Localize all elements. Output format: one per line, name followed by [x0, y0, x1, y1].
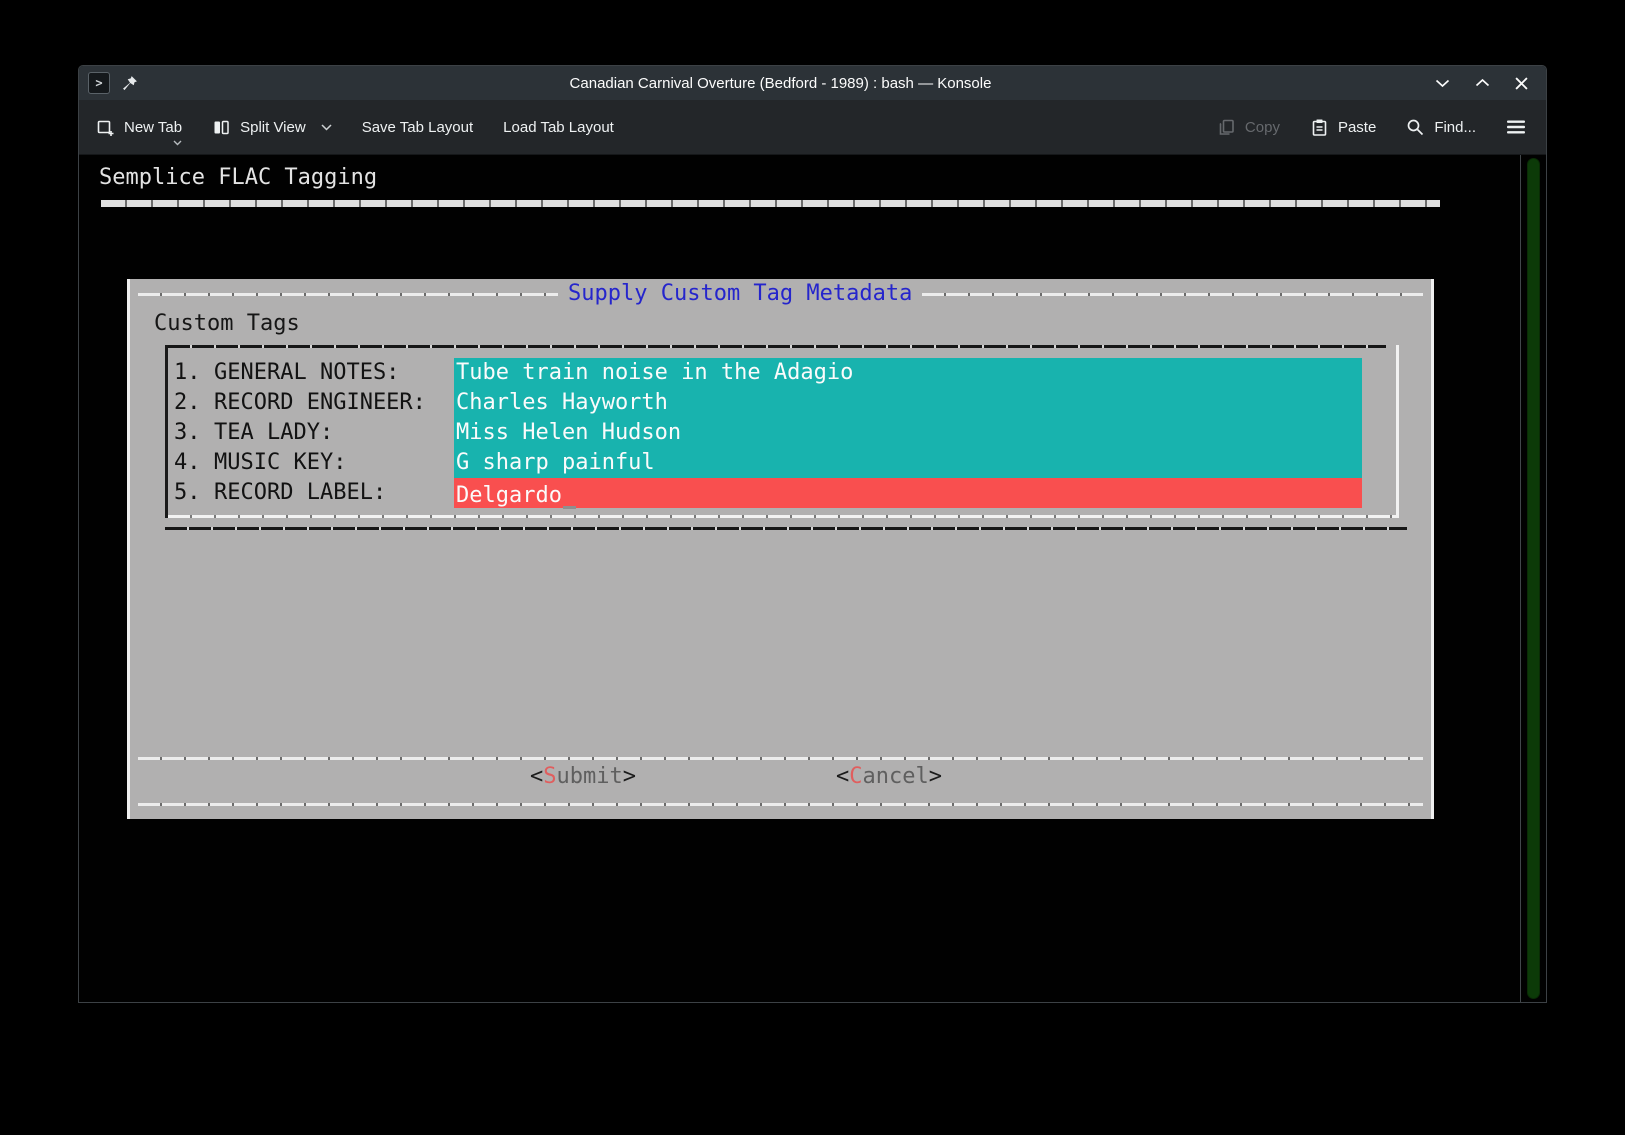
form-row: 2. RECORD ENGINEER: Charles Hayworth: [174, 388, 1396, 418]
pin-icon[interactable]: [121, 75, 138, 92]
titlebar-left: >: [88, 72, 138, 94]
konsole-window: > Canadian Carnival Overture (Bedford - …: [78, 65, 1547, 1003]
new-tab-button[interactable]: New Tab: [96, 118, 182, 137]
field-index: 3.: [174, 418, 214, 448]
paste-button[interactable]: Paste: [1310, 118, 1376, 137]
dialog-border-dash: [138, 293, 558, 296]
close-button[interactable]: [1515, 77, 1528, 90]
field-label: TEA LADY:: [214, 418, 454, 448]
paste-label: Paste: [1338, 119, 1376, 136]
copy-label: Copy: [1245, 119, 1280, 136]
dialog-form-label: Custom Tags: [154, 309, 1431, 339]
maximize-button[interactable]: [1475, 78, 1490, 88]
copy-icon: [1217, 118, 1236, 137]
new-tab-dropdown-icon: [173, 140, 182, 146]
minimize-button[interactable]: [1435, 78, 1450, 88]
scrollbar-thumb[interactable]: [1527, 158, 1540, 999]
split-view-dropdown-icon: [321, 124, 332, 131]
new-tab-icon: [96, 118, 115, 137]
copy-button[interactable]: Copy: [1217, 118, 1280, 137]
terminal-content: Semplice FLAC Tagging Supply Custom Tag …: [79, 155, 1520, 1002]
field-label: GENERAL NOTES:: [214, 358, 454, 388]
search-icon: [1406, 118, 1425, 137]
cancel-button[interactable]: <Cancel>: [836, 762, 942, 792]
form-row: 3. TEA LADY: Miss Helen Hudson: [174, 418, 1396, 448]
field-label: RECORD LABEL:: [214, 478, 454, 508]
scrollbar-track[interactable]: [1520, 155, 1546, 1002]
window-title: Canadian Carnival Overture (Bedford - 19…: [138, 75, 1423, 92]
hamburger-menu-button[interactable]: [1506, 119, 1526, 135]
field-label: RECORD ENGINEER:: [214, 388, 454, 418]
form-row: 4. MUSIC KEY: G sharp painful: [174, 448, 1396, 478]
window-controls: [1435, 77, 1528, 90]
split-view-icon: [212, 118, 231, 137]
field-index: 2.: [174, 388, 214, 418]
dialog-title-row: Supply Custom Tag Metadata: [130, 279, 1431, 309]
tui-dialog: Supply Custom Tag Metadata Custom Tags 1…: [127, 279, 1434, 819]
field-input-general-notes[interactable]: Tube train noise in the Adagio: [454, 358, 1362, 388]
split-view-label: Split View: [240, 119, 306, 136]
dialog-buttons: <Submit> <Cancel>: [130, 760, 1431, 794]
form-box: 1. GENERAL NOTES: Tube train noise in th…: [165, 345, 1399, 518]
find-label: Find...: [1434, 119, 1476, 136]
dialog-bottom-pad: [130, 806, 1431, 819]
form-row: 1. GENERAL NOTES: Tube train noise in th…: [174, 358, 1396, 388]
terminal-heading: Semplice FLAC Tagging: [99, 163, 1520, 193]
titlebar[interactable]: > Canadian Carnival Overture (Bedford - …: [79, 66, 1546, 100]
field-input-music-key[interactable]: G sharp painful: [454, 448, 1362, 478]
paste-icon: [1310, 118, 1329, 137]
load-tab-layout-label: Load Tab Layout: [503, 119, 614, 136]
submit-button[interactable]: <Submit>: [530, 762, 636, 792]
save-tab-layout-button[interactable]: Save Tab Layout: [362, 119, 473, 136]
konsole-app-icon[interactable]: >: [88, 72, 110, 94]
find-button[interactable]: Find...: [1406, 118, 1476, 137]
form-row-active: 5. RECORD LABEL: Delgardo: [174, 478, 1396, 508]
load-tab-layout-button[interactable]: Load Tab Layout: [503, 119, 614, 136]
dialog-title: Supply Custom Tag Metadata: [558, 279, 922, 309]
terminal-area[interactable]: Semplice FLAC Tagging Supply Custom Tag …: [79, 155, 1546, 1002]
toolbar: New Tab Split View Save Tab Layout Load …: [79, 100, 1546, 155]
field-label: MUSIC KEY:: [214, 448, 454, 478]
text-cursor: [563, 485, 576, 509]
dialog-border-dash: [922, 293, 1423, 296]
hamburger-menu-icon: [1506, 119, 1526, 135]
field-index: 5.: [174, 478, 214, 508]
heading-rule: [101, 200, 1440, 207]
field-input-record-engineer[interactable]: Charles Hayworth: [454, 388, 1362, 418]
new-tab-label: New Tab: [124, 119, 182, 136]
field-index: 1.: [174, 358, 214, 388]
field-index: 4.: [174, 448, 214, 478]
field-input-tea-lady[interactable]: Miss Helen Hudson: [454, 418, 1362, 448]
split-view-button[interactable]: Split View: [212, 118, 332, 137]
field-input-record-label[interactable]: Delgardo: [454, 478, 1362, 508]
dialog-spacer: [130, 530, 1431, 757]
save-tab-layout-label: Save Tab Layout: [362, 119, 473, 136]
